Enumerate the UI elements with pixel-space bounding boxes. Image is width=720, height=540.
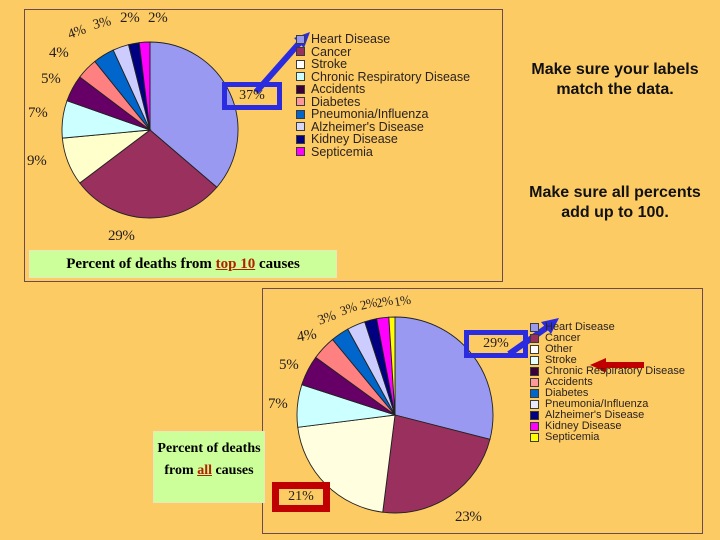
chart2-label-2b: 2% (374, 292, 395, 311)
legend-swatch-icon (296, 72, 305, 82)
chart2-red-callout-box: 21% (272, 482, 330, 512)
caption-line: Percent of deaths from all causes (154, 438, 264, 481)
legend-item-label: Stroke (311, 57, 348, 71)
caption-highlight: top 10 (215, 256, 256, 272)
chart1-legend: Heart Disease Cancer Stroke Chronic Resp… (296, 33, 470, 158)
legend-swatch-icon (530, 422, 539, 431)
legend-swatch-icon (530, 367, 539, 376)
legend-swatch-icon (296, 122, 305, 132)
chart1-label-7: 7% (28, 105, 48, 121)
legend-item[interactable]: Septicemia (296, 144, 470, 159)
caption-highlight: all (197, 462, 212, 478)
chart1-pie-svg (61, 41, 239, 219)
legend-swatch-icon (296, 97, 305, 107)
chart1-callout-label: 37% (239, 88, 265, 103)
legend-swatch-icon (530, 389, 539, 398)
chart2-label-4: 4% (295, 326, 318, 346)
legend-item-label: Kidney Disease (311, 132, 398, 146)
legend-swatch-icon (296, 147, 305, 157)
chart1-callout-box: 37% (222, 82, 282, 110)
legend-swatch-icon (296, 134, 305, 144)
legend-swatch-icon (296, 59, 305, 69)
chart2-callout-label: 29% (483, 336, 509, 351)
legend-item[interactable]: Pneumonia/Influenza (296, 108, 470, 121)
chart1-pie (60, 40, 240, 220)
legend-item[interactable]: Stroke (296, 58, 470, 71)
chart1-label-4a: 4% (49, 45, 69, 61)
chart1-label-29: 29% (108, 228, 135, 244)
chart1-label-5: 5% (41, 71, 61, 87)
legend-swatch-icon (530, 334, 539, 343)
legend-swatch-icon (296, 47, 305, 57)
legend-swatch-icon (530, 433, 539, 442)
caption-post: causes (211, 462, 254, 478)
chart1-label-2b: 2% (148, 10, 168, 26)
chart2-legend: Heart Disease Cancer Other Stroke Chroni… (530, 322, 685, 443)
legend-swatch-icon (296, 84, 305, 94)
chart2-caption: Percent of deaths from all causes (153, 431, 265, 503)
legend-swatch-icon (296, 34, 305, 44)
legend-item[interactable]: Kidney Disease (296, 133, 470, 146)
legend-item[interactable]: Septicemia (530, 432, 685, 443)
legend-item-label: Septicemia (545, 431, 600, 443)
chart2-callout-box: 29% (464, 330, 528, 358)
chart2-label-1: 1% (392, 291, 412, 310)
legend-swatch-icon (530, 411, 539, 420)
note-labels-match-data: Make sure your labels match the data. (531, 61, 699, 99)
legend-swatch-icon (296, 109, 305, 119)
legend-swatch-icon (530, 323, 539, 332)
chart1-caption: Percent of deaths from top 10 causes (29, 250, 337, 278)
legend-swatch-icon (530, 345, 539, 354)
legend-item-label: Accidents (311, 82, 366, 96)
legend-item[interactable]: Accidents (296, 83, 470, 96)
chart1-label-9: 9% (27, 153, 47, 169)
chart1-label-2a: 2% (120, 10, 140, 26)
legend-item-label: Pneumonia/Influenza (311, 107, 429, 121)
chart2-red-callout-label: 21% (288, 489, 314, 504)
chart2-label-23: 23% (455, 509, 482, 525)
caption-pre: Percent of deaths from (66, 256, 216, 272)
caption-post: causes (255, 256, 300, 272)
note-percents-add-100: Make sure all percents add up to 100. (529, 184, 701, 222)
legend-swatch-icon (530, 356, 539, 365)
legend-item[interactable]: Heart Disease (296, 33, 470, 46)
chart2-label-7: 7% (268, 396, 288, 412)
legend-swatch-icon (530, 400, 539, 409)
chart2-label-5: 5% (279, 357, 299, 373)
legend-swatch-icon (530, 378, 539, 387)
legend-item-label: Heart Disease (311, 32, 391, 46)
legend-item-label: Septicemia (311, 144, 373, 159)
